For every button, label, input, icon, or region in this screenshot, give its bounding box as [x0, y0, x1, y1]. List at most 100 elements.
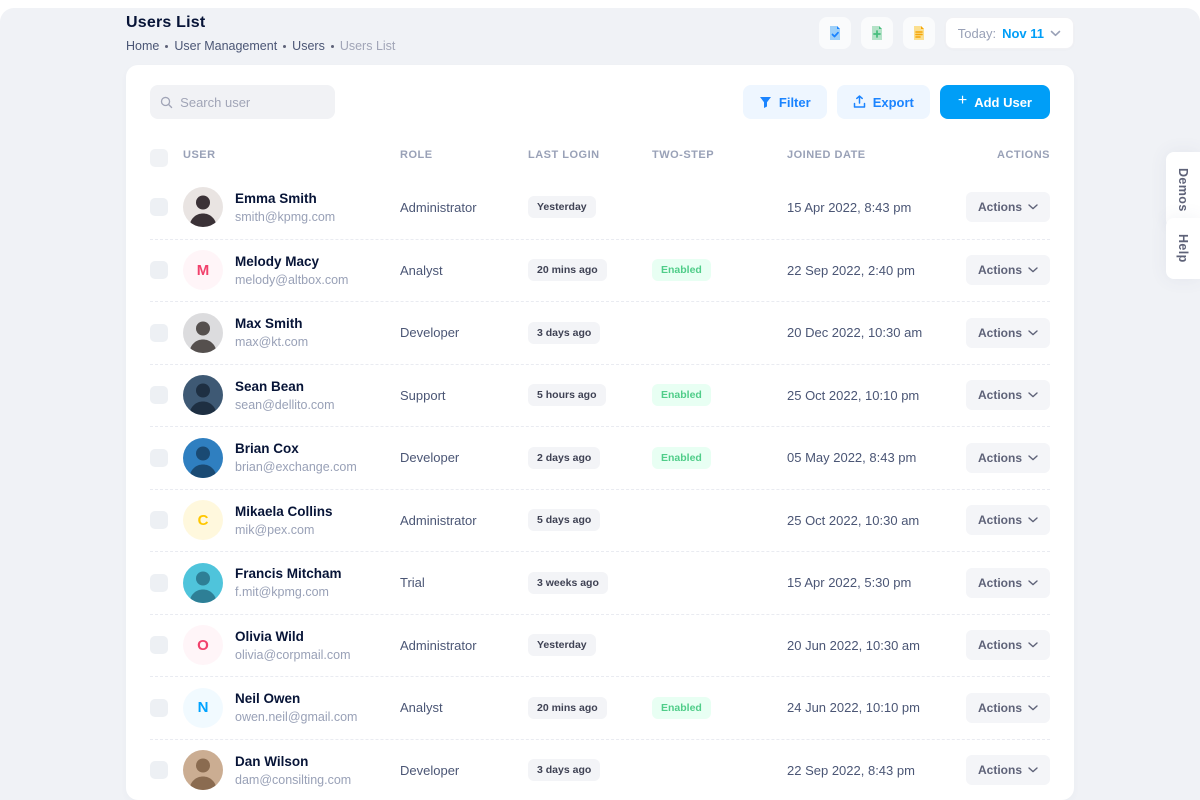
last-login-badge: 5 days ago [528, 509, 600, 531]
add-user-button[interactable]: + Add User [940, 85, 1050, 119]
actions-label: Actions [978, 638, 1022, 652]
column-header-user: USER [183, 149, 400, 161]
actions-cell: Actions [966, 443, 1050, 473]
row-checkbox[interactable] [150, 636, 168, 654]
file-lines-button[interactable] [903, 17, 935, 49]
avatar-photo[interactable] [183, 563, 223, 603]
last-login-badge: 2 days ago [528, 447, 600, 469]
last-login-badge: 20 mins ago [528, 259, 607, 281]
last-login-badge: 3 days ago [528, 322, 600, 344]
user-name[interactable]: Emma Smith [235, 191, 335, 206]
search-input[interactable] [180, 95, 325, 110]
row-checkbox[interactable] [150, 324, 168, 342]
breadcrumb: HomeUser ManagementUsersUsers List [126, 39, 395, 53]
user-meta: Emma Smith smith@kpmg.com [235, 191, 335, 224]
actions-cell: Actions [966, 318, 1050, 348]
table-row: Francis Mitcham f.mit@kpmg.com Trial 3 w… [150, 551, 1050, 614]
avatar-photo[interactable] [183, 313, 223, 353]
table-row: N Neil Owen owen.neil@gmail.com Analyst … [150, 676, 1050, 739]
last-login-badge: 3 days ago [528, 759, 600, 781]
user-name[interactable]: Francis Mitcham [235, 566, 342, 581]
select-all-checkbox[interactable] [150, 149, 168, 167]
avatar-initial[interactable]: N [183, 688, 223, 728]
last-login-cell: 2 days ago [528, 447, 652, 469]
actions-button[interactable]: Actions [966, 255, 1050, 285]
actions-button[interactable]: Actions [966, 380, 1050, 410]
user-name[interactable]: Sean Bean [235, 379, 335, 394]
filter-button[interactable]: Filter [743, 85, 827, 119]
row-checkbox[interactable] [150, 761, 168, 779]
breadcrumb-item[interactable]: User Management [174, 39, 286, 53]
row-checkbox[interactable] [150, 449, 168, 467]
last-login-cell: 3 days ago [528, 759, 652, 781]
user-name[interactable]: Neil Owen [235, 691, 357, 706]
actions-cell: Actions [966, 755, 1050, 785]
avatar-photo[interactable] [183, 187, 223, 227]
actions-button[interactable]: Actions [966, 630, 1050, 660]
role-cell: Developer [400, 325, 528, 340]
user-email: owen.neil@gmail.com [235, 710, 357, 724]
user-name[interactable]: Max Smith [235, 316, 308, 331]
avatar-photo[interactable] [183, 750, 223, 790]
title-block: Users List HomeUser ManagementUsersUsers… [126, 14, 395, 53]
row-checkbox[interactable] [150, 511, 168, 529]
last-login-cell: Yesterday [528, 634, 652, 656]
role-cell: Developer [400, 763, 528, 778]
column-header-last-login: LAST LOGIN [528, 149, 652, 161]
breadcrumb-item[interactable]: Users [292, 39, 334, 53]
person-silhouette-icon [183, 750, 223, 790]
joined-date-cell: 24 Jun 2022, 10:10 pm [787, 700, 957, 715]
user-meta: Neil Owen owen.neil@gmail.com [235, 691, 357, 724]
side-tab-demos[interactable]: Demos [1166, 152, 1200, 228]
last-login-cell: 3 weeks ago [528, 572, 652, 594]
row-checkbox[interactable] [150, 198, 168, 216]
actions-button[interactable]: Actions [966, 755, 1050, 785]
last-login-badge: Yesterday [528, 196, 596, 218]
actions-button[interactable]: Actions [966, 443, 1050, 473]
last-login-cell: 20 mins ago [528, 697, 652, 719]
actions-button[interactable]: Actions [966, 505, 1050, 535]
actions-button[interactable]: Actions [966, 693, 1050, 723]
user-name[interactable]: Mikaela Collins [235, 504, 333, 519]
user-cell: Sean Bean sean@dellito.com [183, 375, 400, 415]
avatar-photo[interactable] [183, 438, 223, 478]
row-checkbox[interactable] [150, 574, 168, 592]
table-row: Emma Smith smith@kpmg.com Administrator … [150, 176, 1050, 239]
row-checkbox[interactable] [150, 699, 168, 717]
joined-date-cell: 20 Jun 2022, 10:30 am [787, 638, 957, 653]
actions-button[interactable]: Actions [966, 192, 1050, 222]
avatar-initial[interactable]: O [183, 625, 223, 665]
table-body: Emma Smith smith@kpmg.com Administrator … [150, 176, 1050, 800]
avatar-initial[interactable]: M [183, 250, 223, 290]
file-check-button[interactable] [819, 17, 851, 49]
breadcrumb-item[interactable]: Home [126, 39, 168, 53]
actions-button[interactable]: Actions [966, 318, 1050, 348]
user-cell: C Mikaela Collins mik@pex.com [183, 500, 400, 540]
joined-date-cell: 05 May 2022, 8:43 pm [787, 450, 957, 465]
two-step-badge: Enabled [652, 447, 711, 469]
row-checkbox[interactable] [150, 261, 168, 279]
user-name[interactable]: Brian Cox [235, 441, 357, 456]
user-name[interactable]: Melody Macy [235, 254, 348, 269]
row-checkbox[interactable] [150, 386, 168, 404]
actions-button[interactable]: Actions [966, 568, 1050, 598]
date-prefix-label: Today: [958, 26, 996, 41]
user-email: olivia@corpmail.com [235, 648, 351, 662]
user-email: sean@dellito.com [235, 398, 335, 412]
role-cell: Administrator [400, 200, 528, 215]
user-email: max@kt.com [235, 335, 308, 349]
actions-cell: Actions [966, 693, 1050, 723]
date-picker[interactable]: Today: Nov 11 [945, 17, 1074, 49]
user-name[interactable]: Dan Wilson [235, 754, 351, 769]
export-button[interactable]: Export [837, 85, 930, 119]
file-plus-button[interactable] [861, 17, 893, 49]
side-tab-help[interactable]: Help [1166, 218, 1200, 279]
chevron-down-icon [1028, 767, 1038, 773]
actions-label: Actions [978, 200, 1022, 214]
column-header-two-step: TWO-STEP [652, 149, 787, 161]
avatar-photo[interactable] [183, 375, 223, 415]
actions-label: Actions [978, 513, 1022, 527]
user-name[interactable]: Olivia Wild [235, 629, 351, 644]
avatar-initial[interactable]: C [183, 500, 223, 540]
user-meta: Melody Macy melody@altbox.com [235, 254, 348, 287]
